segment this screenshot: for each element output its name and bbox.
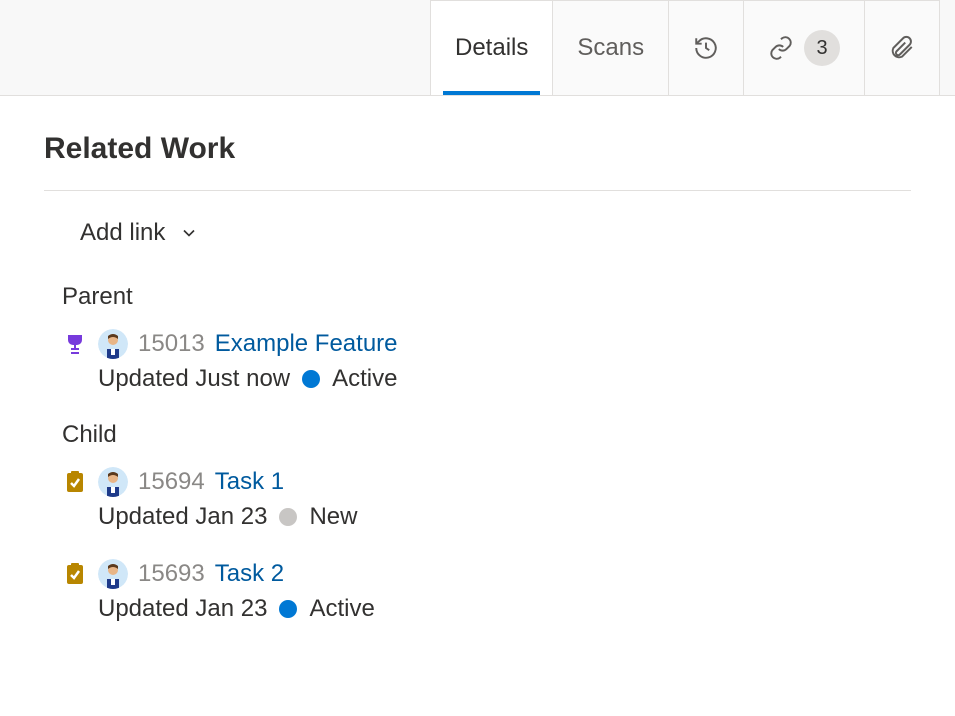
tab-scans[interactable]: Scans (552, 0, 669, 95)
work-item-updated: Updated Jan 23 (98, 503, 267, 531)
history-icon (693, 35, 719, 61)
tab-scans-label: Scans (577, 34, 644, 62)
work-item: 15693 Task 2 Updated Jan 23 Active (62, 559, 911, 623)
status-dot-icon (279, 508, 297, 526)
section-title: Related Work (44, 132, 911, 166)
group-parent-label: Parent (62, 283, 911, 311)
status-dot-icon (279, 600, 297, 618)
avatar (98, 329, 128, 359)
work-item-status: New (309, 503, 357, 531)
feature-icon (62, 331, 88, 357)
avatar (98, 467, 128, 497)
add-link-button[interactable]: Add link (80, 219, 199, 247)
task-icon (62, 561, 88, 587)
work-item-id: 15693 (138, 560, 205, 588)
add-link-label: Add link (80, 219, 165, 247)
work-item-title[interactable]: Task 2 (215, 560, 284, 588)
tab-details-label: Details (455, 34, 528, 62)
tab-history[interactable] (668, 0, 744, 95)
chevron-down-icon (179, 223, 199, 243)
work-item-id: 15013 (138, 330, 205, 358)
work-item-updated: Updated Jan 23 (98, 595, 267, 623)
link-icon (768, 35, 794, 61)
work-item: 15694 Task 1 Updated Jan 23 New (62, 467, 911, 531)
work-item-id: 15694 (138, 468, 205, 496)
task-icon (62, 469, 88, 495)
work-item-status: Active (309, 595, 374, 623)
status-dot-icon (302, 370, 320, 388)
group-child-label: Child (62, 421, 911, 449)
related-work-section: Related Work Add link Parent (0, 96, 955, 687)
tab-details[interactable]: Details (430, 0, 553, 95)
tab-attachments[interactable] (864, 0, 940, 95)
work-item-title[interactable]: Task 1 (215, 468, 284, 496)
work-item-status: Active (332, 365, 397, 393)
work-item: 15013 Example Feature Updated Just now A… (62, 329, 911, 393)
work-item-title[interactable]: Example Feature (215, 330, 398, 358)
tab-links[interactable]: 3 (743, 0, 865, 95)
section-divider (44, 190, 911, 191)
avatar (98, 559, 128, 589)
links-count-badge: 3 (804, 30, 840, 66)
work-item-updated: Updated Just now (98, 365, 290, 393)
tab-bar: Details Scans 3 (0, 0, 955, 96)
attachment-icon (889, 35, 915, 61)
